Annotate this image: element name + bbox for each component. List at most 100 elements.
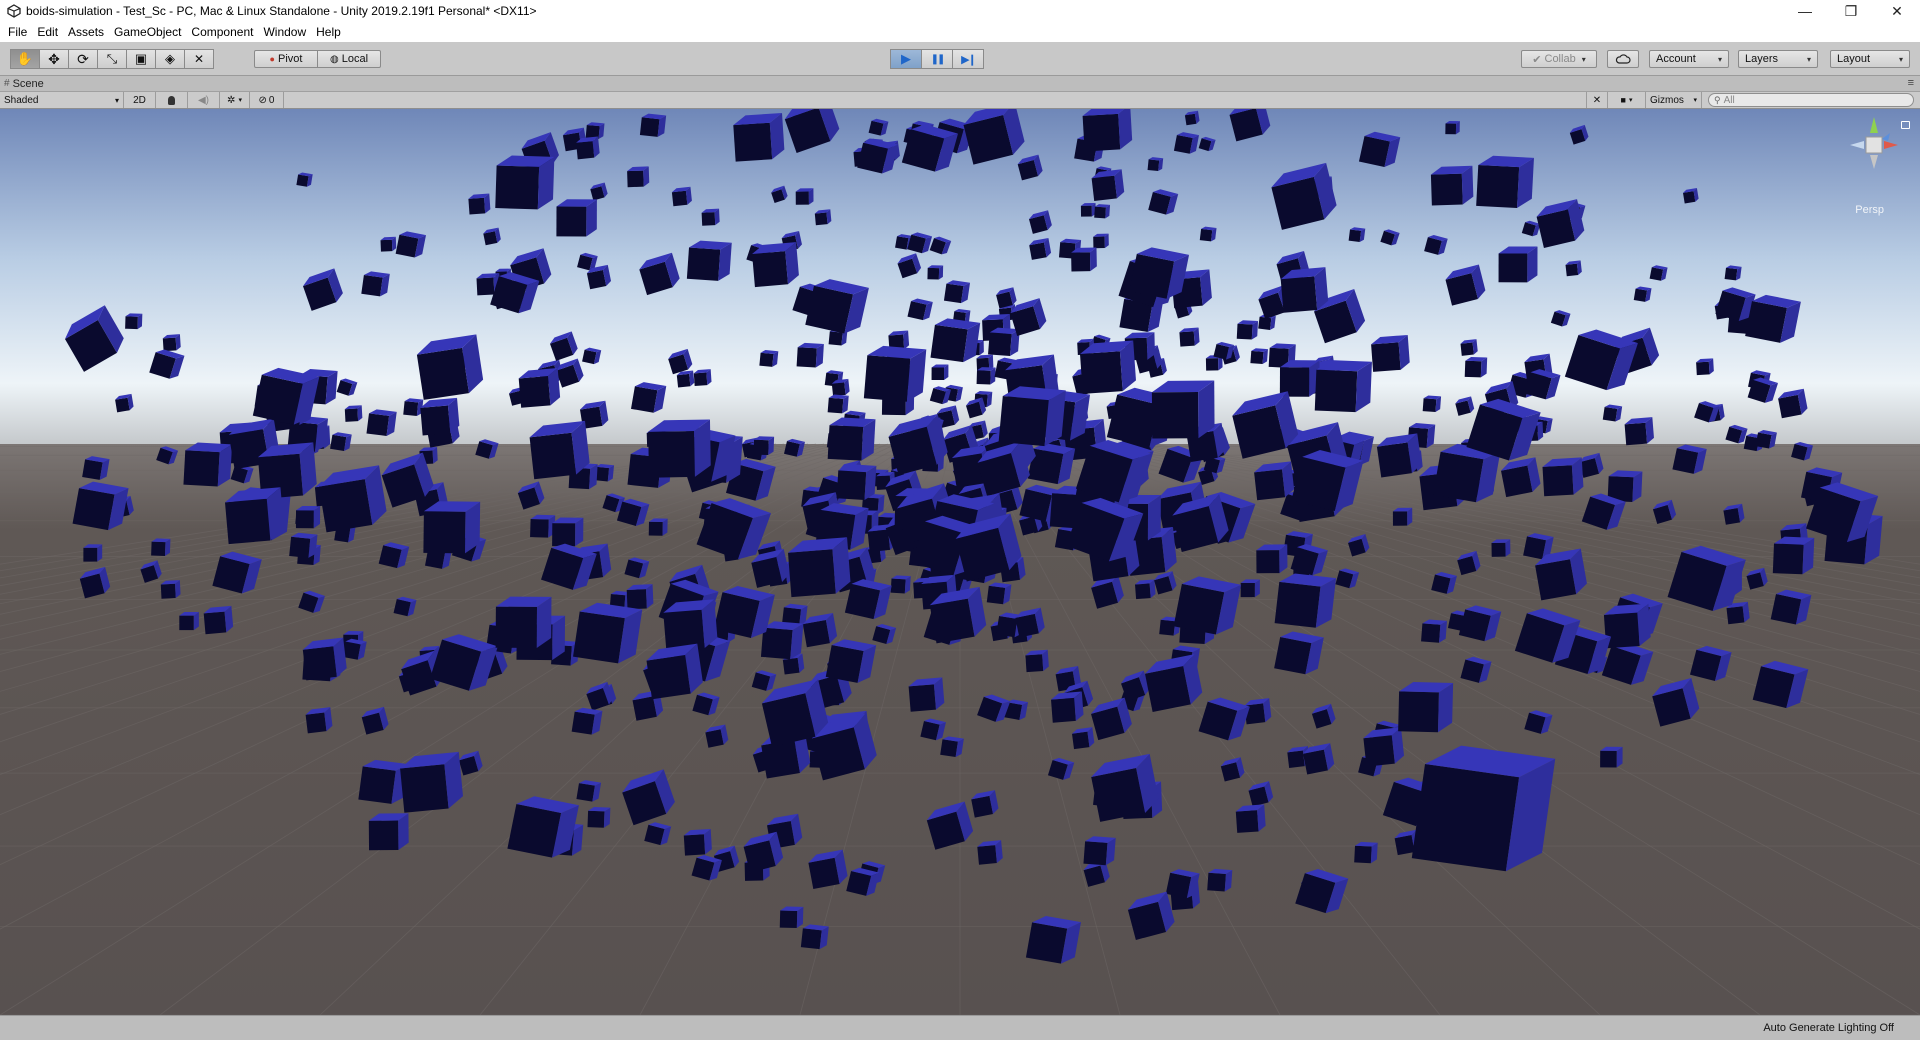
- lighting-toggle[interactable]: [156, 92, 188, 108]
- pivot-icon: ●: [269, 54, 275, 64]
- status-message: Auto Generate Lighting Off: [1763, 1022, 1894, 1034]
- eye-slash-icon: ⊘: [258, 94, 267, 106]
- boid-cube: [701, 208, 720, 226]
- boid-cube: [1603, 603, 1651, 649]
- 2d-mode-toggle[interactable]: 2D: [124, 92, 156, 108]
- boid-cube: [626, 584, 654, 610]
- hidden-count: 0: [268, 94, 275, 106]
- boid-cube: [1025, 915, 1081, 964]
- boid-cube: [468, 193, 491, 215]
- boid-cube: [814, 209, 832, 226]
- menu-window[interactable]: Window: [259, 22, 312, 42]
- pause-button[interactable]: ❚❚: [921, 49, 953, 69]
- menu-file[interactable]: File: [4, 22, 33, 42]
- maximize-button[interactable]: ❐: [1828, 0, 1874, 22]
- boid-cube: [162, 334, 181, 352]
- boid-cube: [1600, 746, 1623, 768]
- rotate-tool-button[interactable]: ⟳: [68, 49, 98, 69]
- move-icon: ✥: [48, 50, 60, 67]
- boid-cube: [752, 242, 799, 288]
- collab-button[interactable]: ✔ Collab ▾: [1521, 50, 1597, 68]
- title-bar: boids-simulation - Test_Sc - PC, Mac & L…: [0, 0, 1920, 22]
- boid-cube: [1094, 204, 1111, 219]
- boid-cube: [1151, 380, 1215, 439]
- menu-edit[interactable]: Edit: [33, 22, 64, 42]
- hand-tool-button[interactable]: ✋: [10, 49, 40, 69]
- hidden-objects-toggle[interactable]: ⊘ 0: [250, 92, 284, 108]
- boid-cube: [986, 582, 1012, 605]
- custom-tool-button[interactable]: ✕: [184, 49, 214, 69]
- layout-dropdown[interactable]: Layout ▾: [1830, 50, 1910, 68]
- step-button[interactable]: ▶❙: [952, 49, 984, 69]
- scene-viewport[interactable]: Persp: [0, 109, 1920, 1015]
- scene-tab-bar: # Scene ≡: [0, 76, 1920, 92]
- play-button[interactable]: ▶: [890, 49, 922, 69]
- tools-toggle[interactable]: ✕: [1586, 92, 1608, 108]
- boid-cube: [183, 442, 233, 487]
- projection-label[interactable]: Persp: [1855, 204, 1884, 216]
- boid-cube: [1354, 841, 1378, 864]
- boid-cube: [1745, 294, 1801, 343]
- menu-help[interactable]: Help: [312, 22, 347, 42]
- boid-cube: [943, 280, 971, 304]
- speaker-icon: ◀): [197, 94, 210, 106]
- layers-label: Layers: [1745, 53, 1779, 65]
- orientation-gizmo[interactable]: [1846, 115, 1902, 171]
- cloud-button[interactable]: [1607, 50, 1639, 68]
- boid-cube: [931, 364, 949, 380]
- boid-cube: [179, 612, 199, 631]
- boid-cube: [556, 199, 597, 237]
- layout-group: Layout ▾: [1830, 50, 1910, 70]
- boid-cube: [863, 345, 927, 402]
- layout-label: Layout: [1837, 53, 1871, 65]
- boid-cube: [1236, 320, 1259, 340]
- account-dropdown[interactable]: Account ▾: [1649, 50, 1729, 68]
- status-bar: Auto Generate Lighting Off: [0, 1015, 1920, 1040]
- boid-cube: [518, 367, 561, 408]
- local-toggle[interactable]: ◍ Local: [317, 50, 381, 68]
- shading-mode-dropdown[interactable]: Shaded ▾: [0, 92, 124, 108]
- effects-dropdown[interactable]: ✲ ▾: [220, 92, 250, 108]
- audio-toggle[interactable]: ◀): [188, 92, 220, 108]
- boid-cube: [1348, 227, 1366, 242]
- transform-tools: ✋ ✥ ⟳ ⤡ ▣ ◈ ✕: [10, 49, 214, 69]
- boid-cube: [1421, 619, 1448, 643]
- minimize-button[interactable]: —: [1782, 0, 1828, 22]
- pivot-label: Pivot: [277, 53, 303, 65]
- search-icon: ⚲: [1714, 94, 1721, 105]
- boid-cube: [125, 313, 143, 330]
- local-icon: ◍: [329, 53, 339, 65]
- transform-tool-button[interactable]: ◈: [155, 49, 185, 69]
- boid-cube: [753, 436, 775, 456]
- scale-tool-button[interactable]: ⤡: [97, 49, 127, 69]
- boid-cube: [800, 924, 829, 950]
- axis-gizmo-icon: [1850, 117, 1898, 169]
- boid-cube: [1280, 267, 1329, 313]
- menu-component[interactable]: Component: [187, 22, 259, 42]
- menu-assets[interactable]: Assets: [64, 22, 110, 42]
- boid-cube: [1093, 233, 1109, 249]
- boid-cube: [1199, 226, 1217, 242]
- close-button[interactable]: ✕: [1874, 0, 1920, 22]
- tab-scene[interactable]: # Scene: [4, 78, 44, 90]
- menu-gameobject[interactable]: GameObject: [110, 22, 187, 42]
- boid-cube: [380, 236, 397, 252]
- scene-search-input[interactable]: ⚲ All: [1708, 93, 1914, 107]
- camera-settings-dropdown[interactable]: ■ ▾: [1608, 92, 1646, 108]
- boid-cube: [1235, 804, 1266, 833]
- gizmos-dropdown[interactable]: Gizmos ▾: [1646, 92, 1702, 108]
- boid-cube: [759, 349, 779, 367]
- scene-tab-label: Scene: [12, 77, 44, 90]
- unity-logo-icon: [6, 3, 22, 19]
- boid-cube: [639, 113, 667, 137]
- move-tool-button[interactable]: ✥: [39, 49, 69, 69]
- window-title: boids-simulation - Test_Sc - PC, Mac & L…: [26, 4, 537, 18]
- pivot-toggle[interactable]: ● Pivot: [254, 50, 318, 68]
- lock-icon[interactable]: [1901, 121, 1910, 129]
- tab-menu-icon[interactable]: ≡: [1908, 77, 1914, 89]
- boid-cube: [779, 906, 804, 929]
- tools-icon: ✕: [1592, 94, 1602, 106]
- rect-tool-button[interactable]: ▣: [126, 49, 156, 69]
- layers-group: Layers ▾: [1738, 50, 1818, 70]
- layers-dropdown[interactable]: Layers ▾: [1738, 50, 1818, 68]
